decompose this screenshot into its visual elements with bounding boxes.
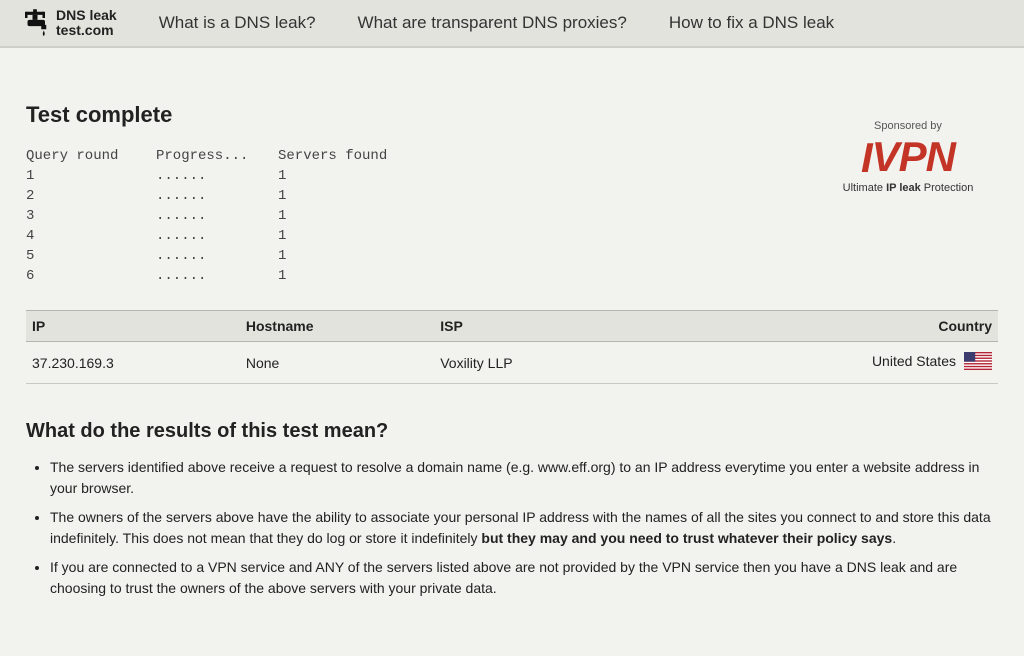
results-table: IP Hostname ISP Country 37.230.169.3None… bbox=[26, 310, 998, 384]
table-row: 37.230.169.3NoneVoxility LLP United State… bbox=[26, 342, 998, 384]
query-cell-servers: 1 bbox=[278, 226, 418, 246]
query-cell-round: 6 bbox=[26, 266, 156, 286]
list-item: The servers identified above receive a r… bbox=[50, 457, 998, 499]
query-header-round: Query round bbox=[26, 146, 156, 166]
site-logo[interactable]: DNS leak test.com bbox=[20, 8, 117, 38]
country-name: United States bbox=[872, 353, 956, 369]
nav-what-is-dns-leak[interactable]: What is a DNS leak? bbox=[159, 13, 316, 33]
sponsor-tagline: Ultimate IP leak Protection bbox=[818, 182, 998, 194]
query-cell-progress: ...... bbox=[156, 226, 278, 246]
query-cell-servers: 1 bbox=[278, 186, 418, 206]
logo-text: DNS leak test.com bbox=[56, 8, 117, 37]
query-cell-progress: ...... bbox=[156, 186, 278, 206]
nav-how-to-fix[interactable]: How to fix a DNS leak bbox=[669, 13, 834, 33]
query-cell-servers: 1 bbox=[278, 206, 418, 226]
results-header-country: Country bbox=[765, 311, 998, 342]
cell-hostname: None bbox=[240, 342, 434, 384]
query-row: 6......1 bbox=[26, 266, 418, 286]
query-row: 1......1 bbox=[26, 166, 418, 186]
results-header-ip: IP bbox=[26, 311, 240, 342]
query-cell-servers: 1 bbox=[278, 246, 418, 266]
query-row: 3......1 bbox=[26, 206, 418, 226]
query-cell-servers: 1 bbox=[278, 266, 418, 286]
query-row: 4......1 bbox=[26, 226, 418, 246]
query-cell-progress: ...... bbox=[156, 166, 278, 186]
faucet-icon bbox=[20, 8, 50, 38]
query-cell-round: 4 bbox=[26, 226, 156, 246]
cell-isp: Voxility LLP bbox=[434, 342, 764, 384]
cell-country: United States bbox=[765, 342, 998, 384]
results-header-hostname: Hostname bbox=[240, 311, 434, 342]
list-item: The owners of the servers above have the… bbox=[50, 507, 998, 549]
query-row: 5......1 bbox=[26, 246, 418, 266]
cell-ip: 37.230.169.3 bbox=[26, 342, 240, 384]
query-cell-round: 2 bbox=[26, 186, 156, 206]
query-cell-progress: ...... bbox=[156, 206, 278, 226]
query-cell-round: 3 bbox=[26, 206, 156, 226]
ivpn-logo: IVPN bbox=[818, 136, 998, 178]
sponsored-by-label: Sponsored by bbox=[818, 120, 998, 132]
query-cell-progress: ...... bbox=[156, 266, 278, 286]
query-header-progress: Progress... bbox=[156, 146, 278, 166]
top-nav-bar: DNS leak test.com What is a DNS leak? Wh… bbox=[0, 0, 1024, 48]
query-cell-servers: 1 bbox=[278, 166, 418, 186]
nav-transparent-dns-proxies[interactable]: What are transparent DNS proxies? bbox=[358, 13, 627, 33]
flag-icon bbox=[964, 352, 992, 373]
page-content: Sponsored by IVPN Ultimate IP leak Prote… bbox=[12, 48, 1012, 637]
results-header-isp: ISP bbox=[434, 311, 764, 342]
sponsor-box[interactable]: Sponsored by IVPN Ultimate IP leak Prote… bbox=[818, 120, 998, 194]
query-row: 2......1 bbox=[26, 186, 418, 206]
query-cell-round: 5 bbox=[26, 246, 156, 266]
results-meaning-heading: What do the results of this test mean? bbox=[26, 420, 998, 443]
results-explanation-list: The servers identified above receive a r… bbox=[26, 457, 998, 599]
query-header-servers: Servers found bbox=[278, 146, 418, 166]
query-cell-round: 1 bbox=[26, 166, 156, 186]
list-item: If you are connected to a VPN service an… bbox=[50, 557, 998, 599]
query-cell-progress: ...... bbox=[156, 246, 278, 266]
